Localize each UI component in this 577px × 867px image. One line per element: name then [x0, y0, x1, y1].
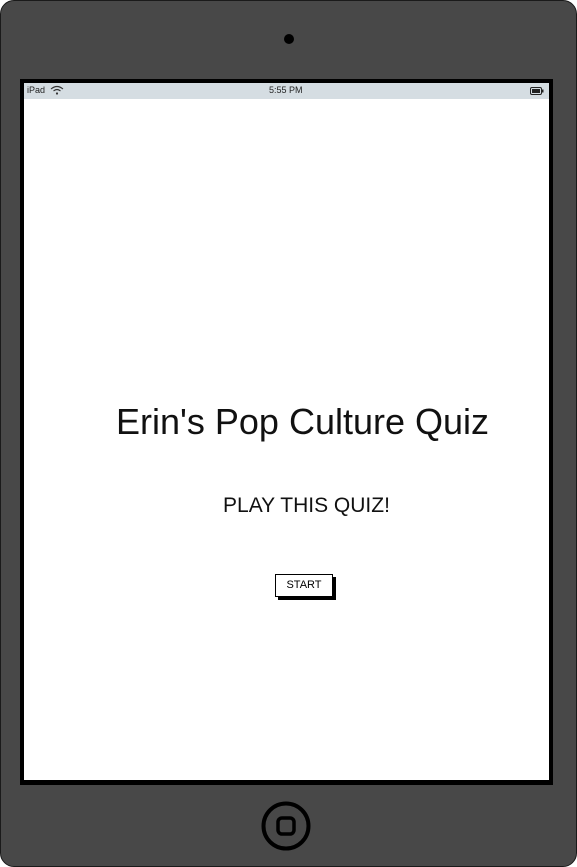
- home-button-icon[interactable]: [261, 801, 311, 851]
- status-time: 5:55 PM: [269, 85, 303, 95]
- status-bar: iPad 5:55 PM: [24, 83, 549, 99]
- wifi-icon: [50, 85, 64, 95]
- device-label: iPad: [27, 85, 46, 95]
- start-button[interactable]: START: [275, 574, 333, 597]
- camera-icon: [284, 34, 294, 44]
- screen: iPad 5:55 PM Erin's Pop Culture Quiz PLA…: [24, 83, 549, 780]
- page-title: Erin's Pop Culture Quiz: [116, 401, 490, 442]
- battery-icon: [530, 87, 544, 95]
- page-subtitle: PLAY THIS QUIZ!: [223, 494, 390, 517]
